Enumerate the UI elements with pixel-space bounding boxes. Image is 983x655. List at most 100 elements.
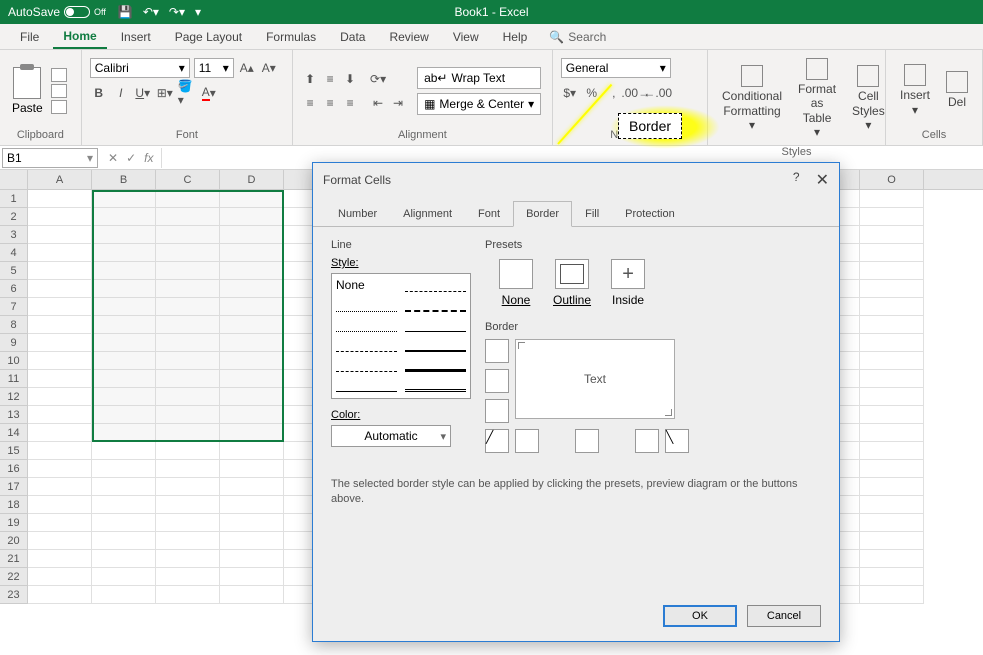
cell[interactable]	[220, 316, 284, 334]
cell[interactable]	[220, 280, 284, 298]
cell[interactable]	[860, 190, 924, 208]
name-box[interactable]: B1▾	[2, 148, 98, 168]
cell[interactable]	[156, 298, 220, 316]
cell[interactable]	[220, 478, 284, 496]
cell[interactable]	[156, 190, 220, 208]
cell[interactable]	[92, 514, 156, 532]
cell[interactable]	[860, 370, 924, 388]
cell[interactable]	[28, 298, 92, 316]
cell[interactable]	[220, 262, 284, 280]
cell[interactable]	[28, 550, 92, 568]
row-header[interactable]: 13	[0, 406, 28, 424]
cell[interactable]	[220, 568, 284, 586]
increase-decimal-icon[interactable]: .00→	[627, 84, 645, 102]
cancel-button[interactable]: Cancel	[747, 605, 821, 627]
currency-icon[interactable]: $▾	[561, 84, 579, 102]
cell[interactable]	[220, 460, 284, 478]
cell[interactable]	[156, 388, 220, 406]
conditional-formatting-button[interactable]: Conditional Formatting▾	[716, 61, 788, 136]
cell[interactable]	[860, 226, 924, 244]
cell[interactable]	[220, 370, 284, 388]
cell[interactable]	[860, 298, 924, 316]
decrease-font-icon[interactable]: A▾	[260, 59, 278, 77]
tab-home[interactable]: Home	[53, 25, 106, 49]
cell[interactable]	[28, 352, 92, 370]
row-header[interactable]: 22	[0, 568, 28, 586]
cell[interactable]	[28, 586, 92, 604]
cell[interactable]	[860, 244, 924, 262]
cell[interactable]	[156, 478, 220, 496]
cell[interactable]	[92, 442, 156, 460]
cell[interactable]	[156, 568, 220, 586]
cell[interactable]	[156, 496, 220, 514]
border-bottom-button[interactable]	[485, 399, 509, 423]
cell[interactable]	[220, 298, 284, 316]
cell[interactable]	[860, 460, 924, 478]
cell[interactable]	[220, 190, 284, 208]
row-header[interactable]: 7	[0, 298, 28, 316]
row-header[interactable]: 10	[0, 352, 28, 370]
border-color-combo[interactable]: Automatic	[331, 425, 451, 447]
cell[interactable]	[92, 226, 156, 244]
increase-font-icon[interactable]: A▴	[238, 59, 256, 77]
cell[interactable]	[28, 208, 92, 226]
cell[interactable]	[28, 316, 92, 334]
format-as-table-button[interactable]: Format as Table▾	[792, 54, 842, 144]
align-right-icon[interactable]: ≡	[341, 94, 359, 112]
cell[interactable]	[92, 406, 156, 424]
tab-file[interactable]: File	[10, 26, 49, 48]
cell[interactable]	[28, 496, 92, 514]
cell[interactable]	[92, 352, 156, 370]
format-painter-icon[interactable]	[51, 100, 67, 114]
cell[interactable]	[92, 262, 156, 280]
cell[interactable]	[220, 514, 284, 532]
align-center-icon[interactable]: ≡	[321, 94, 339, 112]
row-header[interactable]: 23	[0, 586, 28, 604]
cell[interactable]	[156, 334, 220, 352]
enter-formula-icon[interactable]: ✓	[126, 151, 136, 165]
cell[interactable]	[156, 262, 220, 280]
cell[interactable]	[156, 352, 220, 370]
tab-page-layout[interactable]: Page Layout	[165, 26, 252, 48]
cell[interactable]	[156, 208, 220, 226]
cell[interactable]	[28, 244, 92, 262]
border-button[interactable]: ⊞▾	[156, 84, 174, 102]
col-header[interactable]: O	[860, 170, 924, 189]
copy-icon[interactable]	[51, 84, 67, 98]
cell[interactable]	[220, 424, 284, 442]
align-left-icon[interactable]: ≡	[301, 94, 319, 112]
italic-button[interactable]: I	[112, 84, 130, 102]
cell[interactable]	[92, 388, 156, 406]
delete-cells-button[interactable]: Del	[940, 67, 974, 113]
tab-insert[interactable]: Insert	[111, 26, 161, 48]
preset-inside[interactable]: Inside	[611, 259, 645, 307]
dlg-tab-number[interactable]: Number	[325, 201, 390, 227]
cell[interactable]	[92, 208, 156, 226]
cell[interactable]	[28, 280, 92, 298]
cell[interactable]	[860, 406, 924, 424]
col-header[interactable]: C	[156, 170, 220, 189]
dlg-tab-protection[interactable]: Protection	[612, 201, 688, 227]
increase-indent-icon[interactable]: ⇥	[389, 94, 407, 112]
cell[interactable]	[156, 280, 220, 298]
cell[interactable]	[220, 334, 284, 352]
border-right-button[interactable]	[635, 429, 659, 453]
cell[interactable]	[220, 496, 284, 514]
cell[interactable]	[92, 370, 156, 388]
cell[interactable]	[860, 568, 924, 586]
cell[interactable]	[220, 532, 284, 550]
cell[interactable]	[92, 532, 156, 550]
cell[interactable]	[156, 514, 220, 532]
cell[interactable]	[28, 226, 92, 244]
cell[interactable]	[860, 208, 924, 226]
search-box[interactable]: 🔍 Search	[549, 30, 606, 44]
select-all-corner[interactable]	[0, 170, 28, 189]
border-diag-down-button[interactable]: ╲	[665, 429, 689, 453]
save-icon[interactable]: 💾	[118, 5, 133, 19]
qat-dropdown-icon[interactable]: ▾	[195, 5, 201, 19]
cell[interactable]	[92, 424, 156, 442]
row-header[interactable]: 14	[0, 424, 28, 442]
cell[interactable]	[220, 550, 284, 568]
cell[interactable]	[28, 460, 92, 478]
cell[interactable]	[156, 550, 220, 568]
